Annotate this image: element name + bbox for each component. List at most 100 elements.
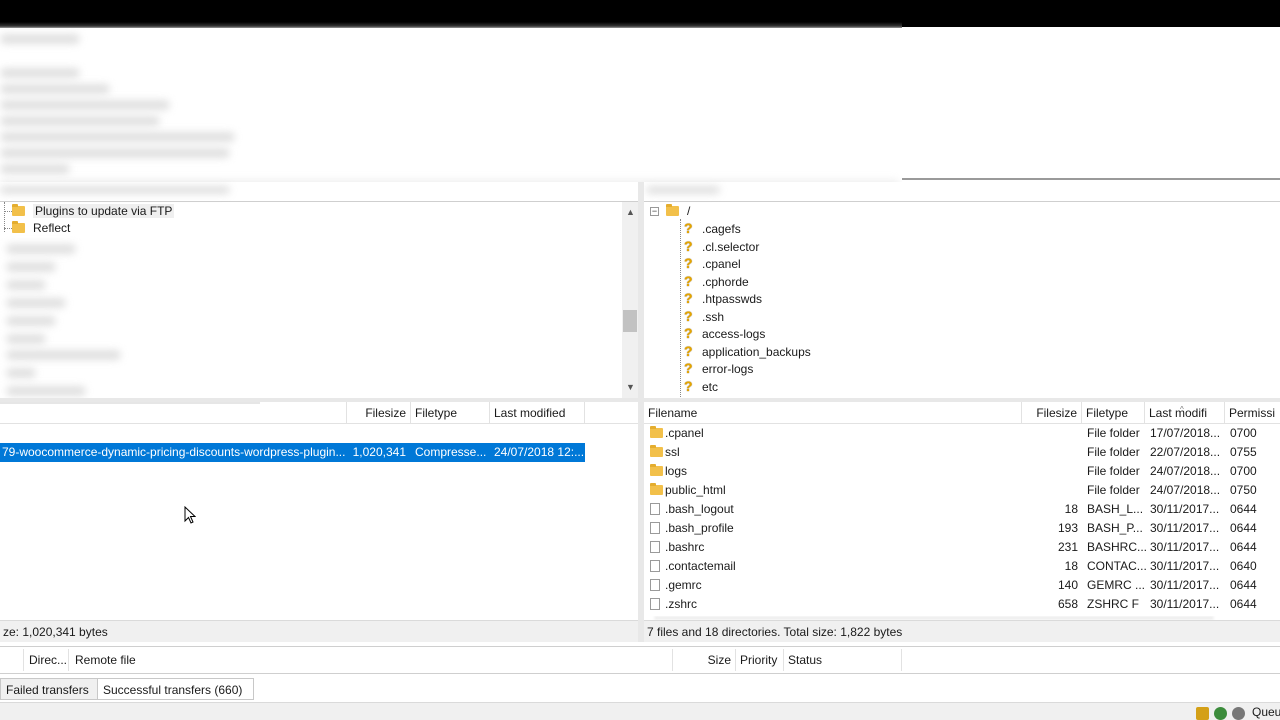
lock-icon: [1196, 707, 1209, 720]
log-line: [0, 164, 70, 174]
tree-item[interactable]: ? access-logs: [684, 325, 765, 342]
folder-icon: [12, 204, 25, 216]
title-bar-right: [902, 0, 1280, 27]
log-line: [0, 34, 80, 44]
gear-icon: [1214, 707, 1227, 720]
remote-file-row[interactable]: .bash_profile 193 BASH_P... 30/11/2017... 06…: [644, 519, 1280, 538]
remote-file-row[interactable]: logs File folder 24/07/2018... 0700: [644, 462, 1280, 481]
col-last-modified[interactable]: Last modified: [490, 402, 585, 424]
remote-status: 7 files and 18 directories. Total size: …: [644, 620, 1280, 642]
log-line: [0, 68, 80, 78]
row-icon: [650, 595, 665, 614]
tree-item-reflect[interactable]: Reflect: [0, 220, 70, 237]
col-size[interactable]: Size: [673, 649, 736, 671]
tree-item-label: application_backups: [702, 345, 811, 359]
remote-file-row[interactable]: .zshrc 658 ZSHRC F 30/11/2017... 0644: [644, 595, 1280, 614]
message-log: [0, 28, 902, 193]
col-permissions[interactable]: Permissi: [1225, 402, 1280, 424]
col-filesize[interactable]: Filesize: [1022, 402, 1082, 424]
local-site-path[interactable]: [0, 182, 640, 202]
tree-item-plugins[interactable]: Plugins to update via FTP: [0, 203, 175, 220]
col-last-modified[interactable]: Last modifi: [1145, 402, 1225, 424]
file-name: logs: [665, 464, 688, 478]
file-type: BASH_P...: [1087, 521, 1143, 535]
log-line: [0, 132, 235, 142]
col-remote-file[interactable]: Remote file: [69, 649, 673, 671]
tree-item[interactable]: ? .cagefs: [684, 220, 741, 237]
file-permissions: 0750: [1230, 483, 1257, 497]
tab-successful-transfers[interactable]: Successful transfers (660): [97, 678, 254, 700]
file-permissions: 0700: [1230, 426, 1257, 440]
collapse-icon[interactable]: −: [650, 207, 659, 216]
col-server[interactable]: [0, 649, 24, 671]
tree-item[interactable]: ? .cl.selector: [684, 238, 759, 255]
file-modified: 17/07/2018...: [1150, 426, 1221, 440]
tree-item[interactable]: ? error-logs: [684, 360, 753, 377]
tree-item-label: .ssh: [702, 310, 725, 324]
col-filename[interactable]: [0, 402, 347, 424]
tree-item-blurred: [6, 368, 36, 378]
file-icon: [650, 598, 660, 610]
file-permissions: 0640: [1230, 559, 1257, 573]
remote-directory-tree[interactable]: − / ? .cagefs ? .cl.selector ? .cpanel ? .cp…: [644, 202, 1280, 398]
tree-item-label: error-logs: [702, 362, 754, 376]
tree-item[interactable]: ? etc: [684, 378, 718, 395]
row-icon: [650, 519, 665, 538]
status-bar: Queu: [0, 702, 1280, 720]
scroll-thumb[interactable]: [623, 310, 637, 332]
tree-root[interactable]: /: [666, 203, 690, 220]
file-modified: 30/11/2017...: [1150, 578, 1220, 592]
col-filetype[interactable]: Filetype: [411, 402, 490, 424]
file-type: ZSHRC F: [1087, 597, 1139, 611]
unknown-folder-icon: ?: [684, 308, 693, 324]
remote-file-row[interactable]: public_html File folder 24/07/2018... 0750: [644, 481, 1280, 500]
col-priority[interactable]: Priority: [736, 649, 784, 671]
scroll-down-icon[interactable]: ▼: [626, 382, 635, 392]
col-filename[interactable]: Filename: [644, 402, 1022, 424]
col-filetype[interactable]: Filetype: [1082, 402, 1145, 424]
unknown-folder-icon: ?: [684, 273, 693, 289]
remote-file-row[interactable]: .contactemail 18 CONTAC... 30/11/2017... 064…: [644, 557, 1280, 576]
file-modified: 24/07/2018 12:...: [494, 445, 584, 459]
file-type: File folder: [1087, 483, 1140, 497]
tree-item[interactable]: ? .ssh: [684, 308, 724, 325]
tab-failed-transfers[interactable]: Failed transfers: [0, 678, 98, 700]
col-direction[interactable]: Direc...: [24, 649, 69, 671]
tree-item-label: Plugins to update via FTP: [33, 204, 175, 218]
tree-item[interactable]: ? application_backups: [684, 343, 811, 360]
remote-file-row[interactable]: .bash_logout 18 BASH_L... 30/11/2017... 0644: [644, 500, 1280, 519]
file-modified: 30/11/2017...: [1150, 597, 1220, 611]
folder-icon: [12, 221, 25, 233]
unknown-folder-icon: ?: [684, 343, 693, 359]
remote-file-list[interactable]: Filename Filesize Filetype Last modifi P…: [644, 402, 1280, 620]
remote-site-path[interactable]: [644, 182, 1280, 202]
remote-file-row[interactable]: .cpanel File folder 17/07/2018... 0700: [644, 424, 1280, 443]
queue-size-label: Queu: [1252, 705, 1280, 719]
col-status[interactable]: Status: [784, 649, 902, 671]
file-row-selected[interactable]: 79-woocommerce-dynamic-pricing-discounts…: [0, 443, 585, 462]
log-line: [0, 84, 110, 94]
file-icon: [650, 503, 660, 515]
title-bar: [0, 0, 902, 28]
tree-item-blurred: [6, 316, 56, 326]
file-size: 231: [1057, 540, 1078, 554]
tree-item[interactable]: ? .cphorde: [684, 273, 749, 290]
file-name: .bash_profile: [665, 521, 734, 535]
col-filesize[interactable]: Filesize: [347, 402, 411, 424]
tree-item-label: .cphorde: [702, 275, 749, 289]
local-directory-tree[interactable]: Plugins to update via FTP Reflect: [0, 202, 622, 398]
file-modified: 30/11/2017...: [1150, 540, 1220, 554]
folder-icon: [650, 426, 663, 438]
file-permissions: 0644: [1230, 502, 1257, 516]
tree-item[interactable]: ? .cpanel: [684, 255, 741, 272]
local-tree-scrollbar[interactable]: ▲ ▼: [622, 202, 638, 398]
tree-item-blurred: [6, 334, 46, 344]
tree-item[interactable]: ? .htpasswds: [684, 290, 762, 307]
local-file-list[interactable]: Filesize Filetype Last modified 79-wooco…: [0, 402, 638, 620]
remote-file-row[interactable]: ssl File folder 22/07/2018... 0755: [644, 443, 1280, 462]
row-icon: [650, 576, 665, 595]
file-modified: 30/11/2017...: [1150, 502, 1220, 516]
remote-file-row[interactable]: .bashrc 231 BASHRC... 30/11/2017... 0644: [644, 538, 1280, 557]
remote-file-row[interactable]: .gemrc 140 GEMRC ... 30/11/2017... 0644: [644, 576, 1280, 595]
scroll-up-icon[interactable]: ▲: [626, 207, 635, 217]
